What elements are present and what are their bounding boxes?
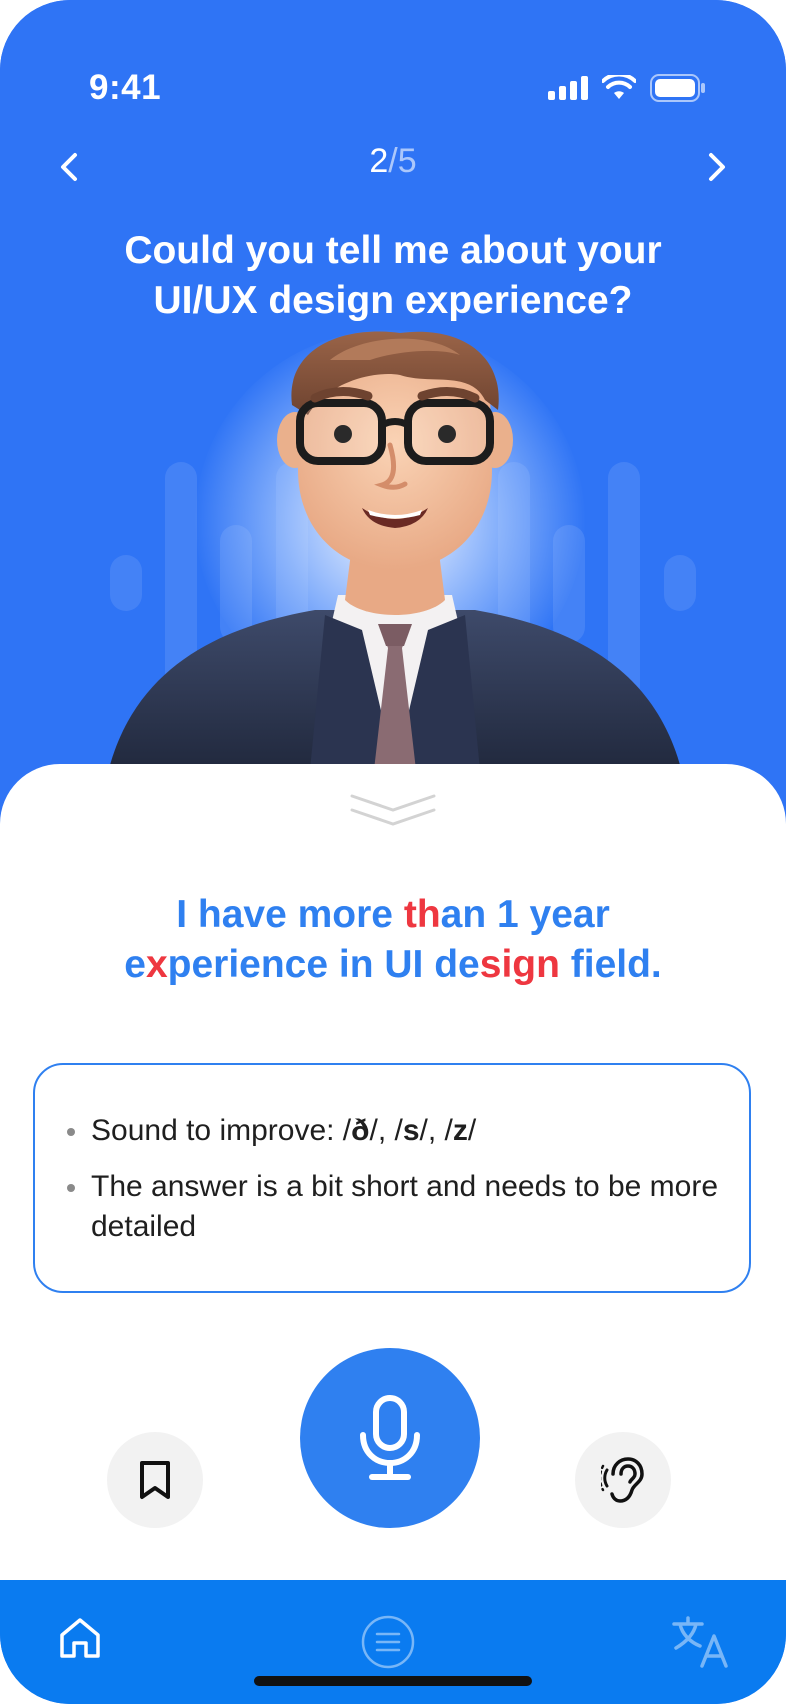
microphone-icon	[360, 1395, 420, 1480]
feedback-list: Sound to improve: /ð/, /s/, /z/ The answ…	[67, 1111, 725, 1247]
mispronounced-segment: x	[145, 943, 168, 986]
home-icon	[60, 1618, 100, 1658]
feedback-sounds-label: Sound to improve: /	[91, 1114, 352, 1147]
answer-segment: I have more	[176, 893, 404, 936]
feedback-item-length: The answer is a bit short and needs to b…	[67, 1167, 725, 1247]
counter-current: 2	[369, 142, 389, 180]
double-chevron-down-icon	[350, 794, 436, 826]
bookmark-icon	[140, 1461, 170, 1499]
collapse-sheet-handle[interactable]	[350, 792, 436, 833]
battery-icon	[650, 74, 705, 102]
question-counter: 2/5	[0, 142, 786, 181]
cellular-signal-icon	[548, 76, 588, 100]
answer-segment: e	[124, 943, 146, 986]
home-indicator	[254, 1676, 532, 1686]
separator: /	[467, 1114, 477, 1147]
menu-icon	[361, 1615, 415, 1669]
tab-translate[interactable]	[672, 1614, 730, 1670]
screen: 9:41 2/5 Could you tell me about your UI…	[0, 0, 786, 1704]
sound-z: z	[452, 1114, 468, 1147]
chevron-right-icon	[709, 153, 725, 181]
feedback-card: Sound to improve: /ð/, /s/, /z/ The answ…	[33, 1063, 751, 1293]
tab-home[interactable]	[56, 1614, 104, 1662]
sound-eth: ð	[351, 1114, 370, 1147]
status-time: 9:41	[89, 68, 162, 107]
answer-line-2: experience in UI design field.	[60, 940, 726, 990]
answer-segment: an 1 year	[440, 893, 610, 936]
listen-pronunciation-button[interactable]	[575, 1432, 671, 1528]
transcribed-answer: I have more than 1 year experience in UI…	[60, 890, 726, 990]
tab-menu[interactable]	[360, 1614, 416, 1670]
question-text: Could you tell me about your UI/UX desig…	[60, 226, 726, 326]
ear-icon	[601, 1457, 644, 1503]
record-answer-button[interactable]	[300, 1348, 480, 1528]
interviewer-avatar	[110, 331, 680, 770]
counter-total: 5	[397, 142, 417, 180]
wifi-icon	[602, 75, 636, 99]
feedback-item-sounds: Sound to improve: /ð/, /s/, /z/	[67, 1111, 725, 1151]
answer-segment: perience in UI de	[167, 943, 480, 986]
status-icons	[548, 74, 706, 102]
question-line-1: Could you tell me about your	[124, 229, 662, 272]
next-question-button[interactable]	[692, 142, 742, 192]
answer-segment: field.	[559, 943, 662, 986]
separator: /, /	[369, 1114, 403, 1147]
question-line-2: UI/UX design experience?	[153, 279, 633, 322]
answer-line-1: I have more than 1 year	[60, 890, 726, 940]
counter-separator: /	[388, 142, 398, 180]
bookmark-button[interactable]	[107, 1432, 203, 1528]
mispronounced-segment: sign	[479, 943, 560, 986]
separator: /, /	[419, 1114, 453, 1147]
mispronounced-segment: th	[403, 893, 441, 936]
translate-icon	[672, 1616, 728, 1668]
sound-s: s	[402, 1114, 420, 1147]
